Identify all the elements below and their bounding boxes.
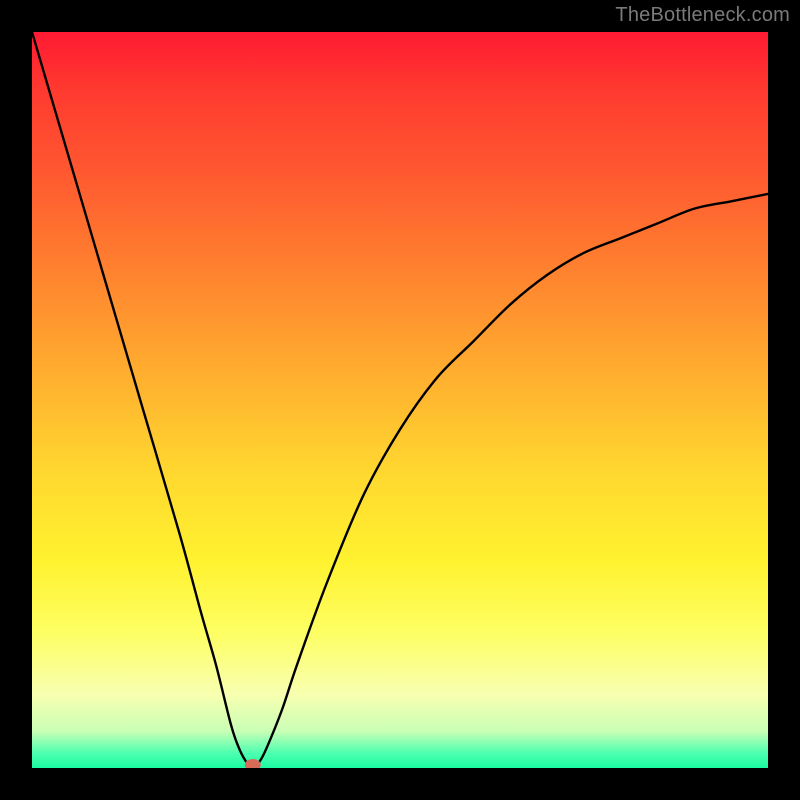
bottleneck-curve <box>32 32 768 768</box>
watermark-text: TheBottleneck.com <box>615 4 790 27</box>
chart-frame: TheBottleneck.com <box>0 0 800 800</box>
plot-area <box>32 32 768 768</box>
